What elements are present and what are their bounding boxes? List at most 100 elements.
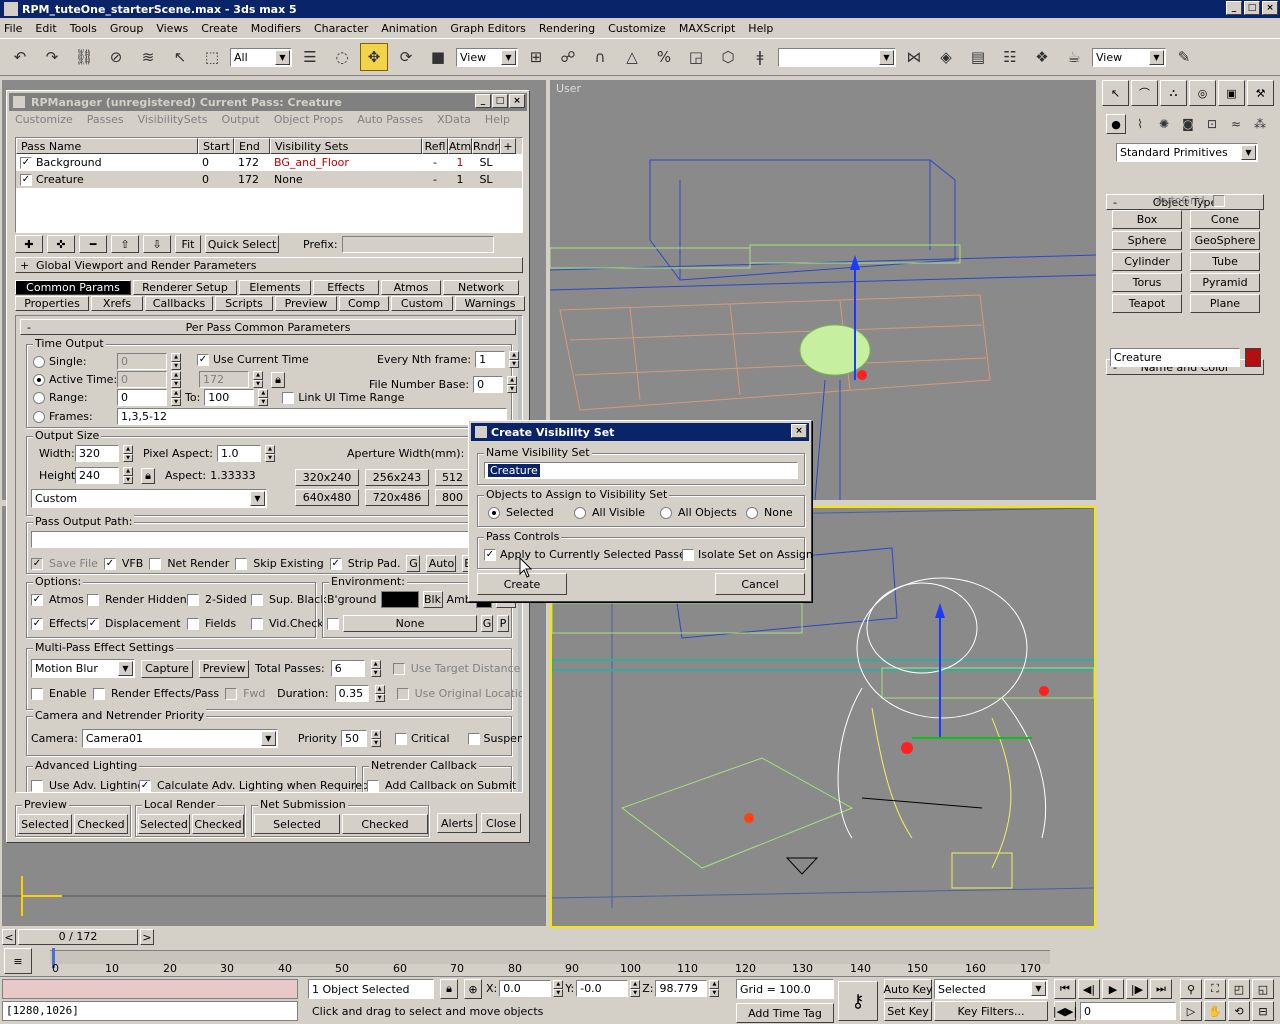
- tab-common-params[interactable]: Common Params: [15, 280, 131, 295]
- cameras-icon[interactable]: ◙: [1178, 114, 1198, 134]
- add-callback-checkbox[interactable]: [367, 779, 379, 792]
- background-blk-button[interactable]: Blk: [422, 591, 443, 608]
- menu-create[interactable]: Create: [201, 22, 238, 35]
- output-path-input[interactable]: [31, 531, 507, 548]
- prev-frame-icon[interactable]: <: [2, 929, 16, 945]
- calc-adv-lighting-checkbox[interactable]: ✓: [139, 779, 151, 792]
- table-row[interactable]: ✓ Creature 0 172 None - 1 SL: [16, 171, 522, 188]
- single-input[interactable]: 0: [117, 353, 167, 370]
- active-end-input[interactable]: 172: [199, 371, 249, 388]
- rpm-menu-customize[interactable]: Customize: [15, 113, 73, 126]
- multipass-enable-checkbox[interactable]: [31, 687, 43, 700]
- render-effects-checkbox[interactable]: [93, 687, 105, 700]
- size-320x240-button[interactable]: 320x240: [295, 469, 359, 486]
- tab-elements[interactable]: Elements: [239, 280, 311, 295]
- use-original-location-checkbox[interactable]: [396, 687, 409, 700]
- global-params-rollout[interactable]: + Global Viewport and Render Parameters: [15, 257, 523, 273]
- menu-character[interactable]: Character: [314, 22, 368, 35]
- reference-coord-dropdown[interactable]: View ▼: [456, 47, 518, 67]
- arc-rotate-icon[interactable]: ⟲: [1228, 1001, 1250, 1021]
- box-button[interactable]: Box: [1112, 210, 1182, 229]
- assign-all-visible-radio[interactable]: [574, 506, 586, 519]
- atmos-checkbox[interactable]: ✓: [31, 593, 43, 606]
- pan-icon[interactable]: ✋: [1204, 1001, 1226, 1021]
- active-start-spinner[interactable]: ▲ ▼: [171, 371, 181, 388]
- current-frame-input[interactable]: 0: [1080, 1002, 1176, 1020]
- camera-dropdown[interactable]: Camera01 ▼: [81, 729, 278, 748]
- minimize-button[interactable]: _: [1226, 1, 1242, 15]
- z-coord-input[interactable]: 98.779: [655, 980, 708, 997]
- col-visibility-sets[interactable]: Visibility Sets: [270, 138, 422, 154]
- per-pass-rollout[interactable]: - Per Pass Common Parameters: [20, 319, 516, 335]
- menu-graph-editors[interactable]: Graph Editors: [450, 22, 526, 35]
- next-key-icon[interactable]: |▶: [1126, 979, 1148, 999]
- tube-button[interactable]: Tube: [1190, 252, 1260, 271]
- tab-comp[interactable]: Comp: [339, 296, 389, 311]
- rpm-menu-visibilitysets[interactable]: VisibilitySets: [138, 113, 208, 126]
- autogrid-checkbox[interactable]: [1212, 194, 1225, 207]
- quick-render-icon[interactable]: ✎: [1170, 43, 1198, 71]
- single-radio[interactable]: [33, 355, 45, 368]
- pixel-aspect-input[interactable]: 1.0: [217, 445, 262, 462]
- tab-effects[interactable]: Effects: [313, 280, 379, 295]
- close-button[interactable]: ×: [1262, 1, 1278, 15]
- create-tab-icon[interactable]: ↖: [1102, 80, 1129, 106]
- single-spinner[interactable]: ▲ ▼: [171, 353, 181, 370]
- preview-checked-button[interactable]: Checked: [74, 814, 128, 834]
- range-radio[interactable]: [33, 391, 45, 404]
- net-render-checkbox[interactable]: [149, 557, 162, 570]
- time-slider-thumb[interactable]: 0 / 172: [18, 929, 138, 945]
- schematic-view-icon[interactable]: ☷: [996, 43, 1024, 71]
- rpm-menu-help[interactable]: Help: [485, 113, 510, 126]
- y-coord-input[interactable]: -0.0: [576, 980, 629, 997]
- active-end-spinner[interactable]: ▲ ▼: [253, 371, 263, 388]
- goto-start-icon[interactable]: ⏮: [1054, 979, 1076, 999]
- duration-input[interactable]: 0.35: [334, 685, 369, 702]
- assign-selected-radio[interactable]: [488, 506, 500, 519]
- remove-pass-icon[interactable]: ━: [79, 235, 107, 253]
- quick-select-button[interactable]: Quick Select: [205, 235, 279, 253]
- menu-rendering[interactable]: Rendering: [539, 22, 595, 35]
- teapot-button[interactable]: Teapot: [1112, 294, 1182, 313]
- lock-icon[interactable]: 🔒︎: [271, 371, 285, 388]
- size-720x486-button[interactable]: 720x486: [365, 489, 429, 506]
- percent-snap-icon[interactable]: %: [650, 43, 678, 71]
- z-spinner[interactable]: ▲ ▼: [709, 980, 720, 997]
- menu-modifiers[interactable]: Modifiers: [251, 22, 301, 35]
- add-pass-copy-icon[interactable]: ✜: [47, 235, 75, 253]
- pass-checkbox[interactable]: ✓: [20, 173, 32, 186]
- object-color-swatch[interactable]: [1245, 348, 1261, 367]
- maxscript-listener-white[interactable]: [1280,1026]: [2, 1001, 298, 1021]
- menu-animation[interactable]: Animation: [381, 22, 437, 35]
- vfb-checkbox[interactable]: ✓: [103, 557, 116, 570]
- rpm-menu-xdata[interactable]: XData: [437, 113, 471, 126]
- every-nth-spinner[interactable]: ▲ ▼: [509, 351, 520, 368]
- priority-spinner[interactable]: ▲ ▼: [371, 730, 382, 747]
- render-scene-icon[interactable]: ☕: [1060, 43, 1088, 71]
- frames-radio[interactable]: [33, 410, 45, 423]
- min-max-toggle-icon[interactable]: ⊟: [1252, 1001, 1274, 1021]
- material-editor-icon[interactable]: ❖: [1028, 43, 1056, 71]
- zoom-all-icon[interactable]: ⛶: [1204, 979, 1226, 999]
- env-g-button[interactable]: G: [481, 615, 493, 632]
- auto-key-button[interactable]: Auto Key: [884, 979, 933, 999]
- lights-icon[interactable]: ✺: [1154, 114, 1174, 134]
- goto-end-icon[interactable]: ⏭: [1150, 979, 1172, 999]
- shapes-icon[interactable]: ⌇: [1130, 114, 1150, 134]
- total-passes-input[interactable]: 6: [330, 660, 365, 677]
- unlink-icon[interactable]: ⊘: [102, 43, 130, 71]
- maximize-button[interactable]: □: [1244, 1, 1260, 15]
- zoom-extents-all-icon[interactable]: ◱: [1252, 979, 1274, 999]
- active-start-input[interactable]: 0: [117, 371, 167, 388]
- size-640x480-button[interactable]: 640x480: [295, 489, 359, 506]
- mirror-icon[interactable]: ⋈: [900, 43, 928, 71]
- move-down-icon[interactable]: ⇩: [143, 235, 171, 253]
- tab-atmos[interactable]: Atmos: [381, 280, 441, 295]
- height-spinner[interactable]: ▲ ▼: [123, 467, 133, 484]
- tab-xrefs[interactable]: Xrefs: [91, 296, 143, 311]
- cancel-button[interactable]: Cancel: [715, 573, 805, 595]
- systems-icon[interactable]: ⁂: [1250, 114, 1270, 134]
- active-time-radio[interactable]: [33, 373, 45, 386]
- named-sel-abc-icon[interactable]: ǂ: [746, 43, 774, 71]
- rpm-menu-object-props[interactable]: Object Props: [274, 113, 344, 126]
